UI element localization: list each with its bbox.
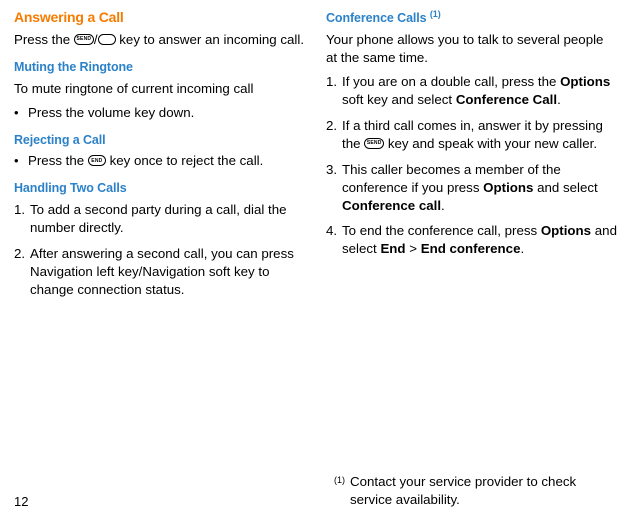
text-bold: Options xyxy=(560,74,610,89)
text: Conference Calls xyxy=(326,11,430,25)
step-conf-4: To end the conference call, press Option… xyxy=(326,222,618,258)
text: > xyxy=(406,241,421,256)
text: and select xyxy=(533,180,597,195)
step-after-second-call: After answering a second call, you can p… xyxy=(14,245,306,299)
blank-key-icon xyxy=(98,34,116,45)
text: To end the conference call, press xyxy=(342,223,541,238)
text: key once to reject the call. xyxy=(106,153,263,168)
text-bold: Conference Call xyxy=(456,92,557,107)
para-conference-intro: Your phone allows you to talk to several… xyxy=(326,31,618,67)
text-bold: End conference xyxy=(421,241,521,256)
heading-answering-call: Answering a Call xyxy=(14,8,306,27)
send-key-icon: SEND xyxy=(364,138,384,149)
step-conf-3: This caller becomes a member of the conf… xyxy=(326,161,618,215)
footnote-ref: (1) xyxy=(430,9,441,19)
text: Press the xyxy=(14,32,74,47)
footnote: (1)Contact your service provider to chec… xyxy=(334,473,616,509)
send-key-icon: SEND xyxy=(74,34,94,45)
page-number: 12 xyxy=(14,494,28,509)
text: soft key and select xyxy=(342,92,456,107)
text-bold: Options xyxy=(483,180,533,195)
bullet-reject-call: Press the END key once to reject the cal… xyxy=(14,152,306,170)
text: . xyxy=(557,92,561,107)
text: . xyxy=(520,241,524,256)
text-bold: Options xyxy=(541,223,591,238)
text-bold: End xyxy=(380,241,405,256)
heading-handling-two-calls: Handling Two Calls xyxy=(14,180,306,197)
footnote-text: Contact your service provider to check s… xyxy=(350,473,614,509)
text: . xyxy=(441,198,445,213)
heading-rejecting-call: Rejecting a Call xyxy=(14,132,306,149)
heading-conference-calls: Conference Calls (1) xyxy=(326,8,618,27)
para-answer-call: Press the SEND/ key to answer an incomin… xyxy=(14,31,306,49)
text: key and speak with your new caller. xyxy=(384,136,597,151)
text-bold: Conference call xyxy=(342,198,441,213)
text: key to answer an incoming call. xyxy=(116,32,304,47)
para-mute-ringtone: To mute ringtone of current incoming cal… xyxy=(14,80,306,98)
step-conf-2: If a third call comes in, answer it by p… xyxy=(326,117,618,153)
footnote-marker: (1) xyxy=(334,474,350,486)
step-conf-1: If you are on a double call, press the O… xyxy=(326,73,618,109)
end-key-icon: END xyxy=(88,155,106,166)
text: Press the xyxy=(28,153,88,168)
text: If you are on a double call, press the xyxy=(342,74,560,89)
heading-muting-ringtone: Muting the Ringtone xyxy=(14,59,306,76)
step-add-second-party: To add a second party during a call, dia… xyxy=(14,201,306,237)
bullet-volume-down: Press the volume key down. xyxy=(14,104,306,122)
